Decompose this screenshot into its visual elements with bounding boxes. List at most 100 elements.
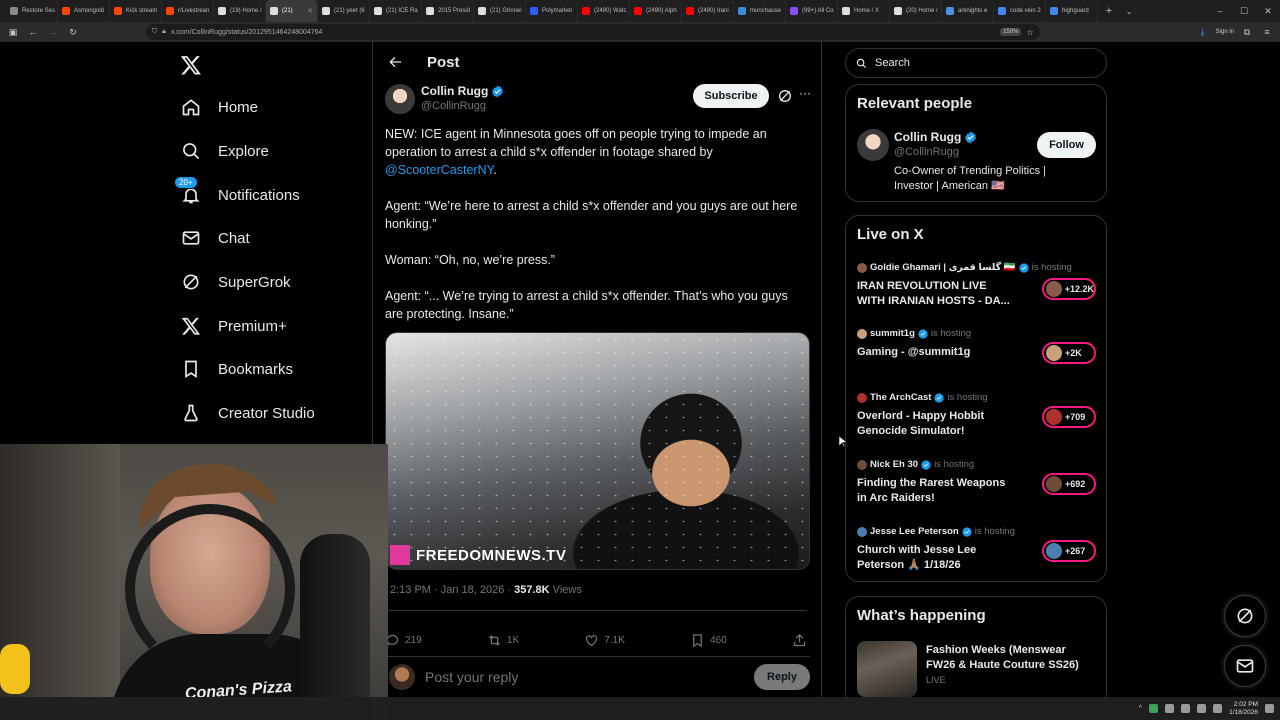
nav-item-explore[interactable]: Explore — [180, 136, 269, 166]
star-icon[interactable]: ☆ — [1026, 28, 1033, 37]
person-handle[interactable]: @CollinRugg — [894, 146, 959, 158]
tray-app-icon[interactable] — [1165, 704, 1175, 713]
live-item[interactable]: The ArchCast is hosting Overlord - Happy H… — [857, 392, 1102, 439]
keyboard-icon[interactable] — [1213, 704, 1223, 713]
reload-icon[interactable]: ↻ — [66, 25, 80, 39]
browser-tab[interactable]: (21) ✕ — [266, 0, 318, 22]
forward-icon[interactable]: → — [46, 25, 60, 39]
nav-item-chat[interactable]: Chat — [180, 223, 250, 253]
browser-tab[interactable]: (21) Grinnel — [474, 0, 526, 22]
reply-action[interactable]: 219 — [385, 633, 422, 648]
nav-item-supergrok[interactable]: SuperGrok — [180, 267, 291, 297]
back-icon[interactable]: ← — [26, 25, 40, 39]
nav-item-premium[interactable]: Premium+ — [180, 311, 287, 341]
browser-tab[interactable]: Home / X — [838, 0, 890, 22]
browser-tab[interactable]: Restore Ses — [6, 0, 58, 22]
back-arrow-icon[interactable] — [387, 54, 403, 70]
person-avatar[interactable] — [857, 129, 889, 161]
sign-in-button[interactable]: Sign in — [1216, 29, 1234, 35]
nav-item-creator-studio[interactable]: Creator Studio — [180, 398, 315, 428]
post-timestamp[interactable]: 2:13 PM · Jan 18, 2026 · — [390, 584, 514, 596]
nav-item-bookmarks[interactable]: Bookmarks — [180, 354, 293, 384]
more-options-icon[interactable]: ··· — [799, 86, 811, 100]
browser-tab[interactable]: r/Livestrean — [162, 0, 214, 22]
chevron-down-icon[interactable]: ⌄ — [1120, 7, 1138, 16]
messages-fab[interactable] — [1224, 645, 1266, 687]
post-video[interactable]: FREEDOMNEWS.TV — [385, 332, 810, 570]
browser-tab[interactable]: 2015 Presid — [422, 0, 474, 22]
follow-button[interactable]: Follow — [1037, 132, 1096, 158]
browser-tab[interactable]: Asmongold — [58, 0, 110, 22]
like-action[interactable]: 7.1K — [584, 633, 625, 648]
share-action[interactable] — [792, 633, 807, 648]
extensions-icon[interactable]: ⧉ — [1240, 25, 1254, 39]
live-item[interactable]: summit1g is hosting Gaming - @summit1g +2K — [857, 328, 1102, 364]
browser-tab[interactable]: (20) Home / — [890, 0, 942, 22]
host-name[interactable]: Goldie Ghamari | گلسا قمری 🇮🇷 — [870, 262, 1016, 273]
browser-tab[interactable]: munchause — [734, 0, 786, 22]
live-listener-count[interactable]: +267 — [1042, 540, 1096, 562]
browser-tab[interactable]: (19) Home / — [214, 0, 266, 22]
sidebar-toggle-icon[interactable]: ▣ — [6, 25, 20, 39]
close-tab-icon[interactable]: ✕ — [307, 7, 313, 15]
minimize-icon[interactable]: – — [1208, 0, 1232, 22]
live-item[interactable]: Goldie Ghamari | گلسا قمری 🇮🇷 is hosting I… — [857, 262, 1102, 309]
search-input[interactable]: Search — [875, 57, 910, 69]
new-tab-icon[interactable]: + — [1098, 5, 1120, 17]
tray-app-icon[interactable] — [1149, 704, 1159, 713]
live-listener-count[interactable]: +12.2K — [1042, 278, 1096, 300]
author-handle[interactable]: @CollinRugg — [421, 100, 486, 112]
search-box[interactable]: Search — [845, 48, 1107, 78]
nav-item-notifications[interactable]: 20+ Notifications — [174, 176, 300, 210]
live-item[interactable]: Jesse Lee Peterson is hosting Church with … — [857, 526, 1102, 573]
snow-overlay — [386, 333, 809, 569]
person-name-row[interactable]: Collin Rugg — [894, 130, 977, 144]
subscribe-button[interactable]: Subscribe — [693, 84, 769, 108]
reply-input[interactable]: Post your reply — [425, 669, 754, 685]
browser-tab[interactable]: (21) yeet (6 — [318, 0, 370, 22]
grok-fab[interactable] — [1224, 595, 1266, 637]
live-listener-count[interactable]: +2K — [1042, 342, 1096, 364]
streamer-webcam: Conan's Pizza — [0, 444, 388, 720]
reply-button[interactable]: Reply — [754, 663, 810, 690]
browser-tab[interactable]: highguard — [1046, 0, 1098, 22]
live-listener-count[interactable]: +692 — [1042, 473, 1096, 495]
author-name-row[interactable]: Collin Rugg — [421, 84, 504, 98]
mention-link[interactable]: @ScooterCasterNY — [385, 163, 493, 177]
trend-thumbnail[interactable] — [857, 641, 917, 697]
browser-tab[interactable]: arknights e — [942, 0, 994, 22]
browser-tab[interactable]: (2490) Irani — [682, 0, 734, 22]
host-name[interactable]: summit1g — [870, 328, 915, 339]
host-name[interactable]: Jesse Lee Peterson — [870, 526, 959, 537]
x-logo-icon[interactable] — [180, 54, 202, 76]
download-icon[interactable]: ⤓ — [1196, 25, 1210, 39]
browser-tab[interactable]: Polymarket — [526, 0, 578, 22]
network-icon[interactable] — [1181, 704, 1191, 713]
live-item[interactable]: Nick Eh 30 is hosting Finding the Rarest W… — [857, 459, 1102, 506]
live-listener-count[interactable]: +709 — [1042, 406, 1096, 428]
clock[interactable]: 2:02 PM 1/18/2026 — [1229, 701, 1258, 717]
address-bar[interactable]: ⛉ 🔒︎ x.com/CollinRugg/status/20129514642… — [146, 24, 1040, 40]
browser-tab[interactable]: (2490) Watc — [578, 0, 630, 22]
zoom-level[interactable]: 150% — [1000, 28, 1022, 36]
grok-icon[interactable] — [777, 88, 793, 104]
host-name[interactable]: The ArchCast — [870, 392, 931, 403]
bookmark-action[interactable]: 460 — [690, 633, 727, 648]
maximize-icon[interactable]: ☐ — [1232, 0, 1256, 22]
repost-action[interactable]: 1K — [487, 633, 519, 648]
browser-tab[interactable]: (2490) Alph — [630, 0, 682, 22]
close-window-icon[interactable]: ✕ — [1256, 0, 1280, 22]
volume-icon[interactable] — [1197, 704, 1207, 713]
notification-icon[interactable] — [1265, 704, 1274, 713]
trend-title[interactable]: Fashion Weeks (Menswear FW26 & Haute Cou… — [926, 643, 1096, 673]
browser-tab[interactable]: (21) ICE Ra — [370, 0, 422, 22]
live-title: IRAN REVOLUTION LIVE WITH IRANIAN HOSTS … — [857, 280, 1010, 307]
author-avatar[interactable] — [385, 84, 415, 114]
host-name[interactable]: Nick Eh 30 — [870, 459, 918, 470]
browser-tab[interactable]: (99+) All Co — [786, 0, 838, 22]
browser-tab[interactable]: Kick stream — [110, 0, 162, 22]
chevron-up-icon[interactable]: ^ — [1139, 705, 1142, 712]
menu-icon[interactable]: ≡ — [1260, 25, 1274, 39]
nav-item-home[interactable]: Home — [180, 92, 258, 122]
browser-tab[interactable]: code vein 2 — [994, 0, 1046, 22]
